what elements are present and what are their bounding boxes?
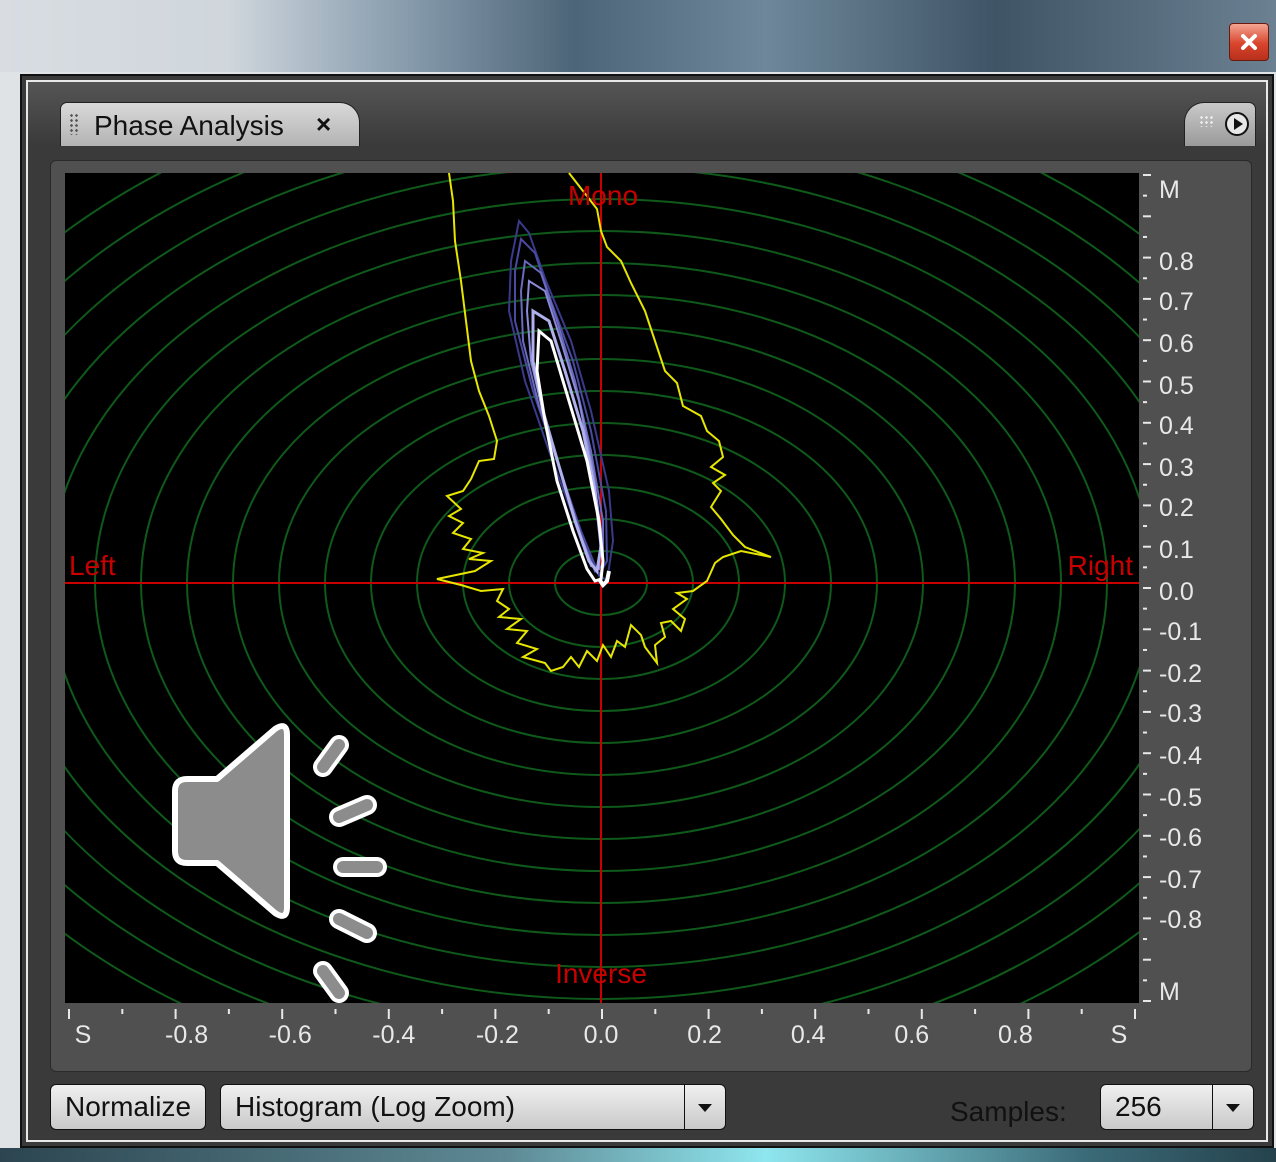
y-tick-label: 0.7 bbox=[1159, 288, 1194, 316]
y-axis-ticks: M 0.8 0.7 0.6 0.5 0.4 0.3 0.2 0.1 0.0 -0.1 -0.2 -0.3… bbox=[1143, 174, 1202, 1006]
y-tick-label: M bbox=[1159, 978, 1180, 1006]
x-tick-label: 0.0 bbox=[584, 1021, 619, 1049]
y-tick-label: 0.3 bbox=[1159, 454, 1194, 482]
tab-phase-analysis[interactable]: Phase Analysis × bbox=[60, 102, 360, 146]
panel-frame: Phase Analysis × S -0.8 -0.6 -0.4 -0.2 0… bbox=[20, 74, 1274, 1148]
y-tick-label: 0.1 bbox=[1159, 536, 1194, 564]
y-tick-label: -0.7 bbox=[1159, 866, 1202, 894]
samples-select[interactable]: 256 bbox=[1100, 1084, 1254, 1130]
x-tick-label: -0.2 bbox=[476, 1021, 519, 1049]
display-mode-value: Histogram (Log Zoom) bbox=[235, 1091, 516, 1122]
close-x-icon bbox=[1241, 34, 1257, 50]
left-label: Left bbox=[69, 550, 116, 581]
y-tick-label: 0.0 bbox=[1159, 578, 1194, 606]
normalize-button[interactable]: Normalize bbox=[50, 1084, 206, 1130]
controls-bar: Normalize Histogram (Log Zoom) Samples: … bbox=[28, 1072, 1276, 1152]
x-tick-label: 0.2 bbox=[687, 1021, 722, 1049]
samples-value: 256 bbox=[1115, 1091, 1162, 1122]
grip-icon bbox=[1199, 115, 1213, 127]
y-tick-label: -0.4 bbox=[1159, 742, 1202, 770]
view-menu-button[interactable] bbox=[1184, 102, 1256, 146]
phase-plot-panel: S -0.8 -0.6 -0.4 -0.2 0.0 0.2 0.4 0.6 0.8 S M 0.8 0.… bbox=[50, 160, 1252, 1072]
x-tick-label: 0.8 bbox=[998, 1021, 1033, 1049]
panel-frame-inner: Phase Analysis × S -0.8 -0.6 -0.4 -0.2 0… bbox=[26, 80, 1268, 1142]
y-tick-label: 0.5 bbox=[1159, 372, 1194, 400]
mono-label: Mono bbox=[568, 180, 638, 211]
inverse-label: Inverse bbox=[555, 958, 647, 989]
y-tick-label: -0.6 bbox=[1159, 824, 1202, 852]
y-tick-label: -0.1 bbox=[1159, 618, 1202, 646]
y-tick-label: 0.6 bbox=[1159, 330, 1194, 358]
x-tick-label: 0.4 bbox=[791, 1021, 826, 1049]
y-tick-label: 0.4 bbox=[1159, 412, 1194, 440]
x-tick-label: S bbox=[1111, 1021, 1128, 1049]
samples-label: Samples: bbox=[950, 1096, 1067, 1127]
y-tick-label: -0.5 bbox=[1159, 784, 1202, 812]
window-close-button[interactable] bbox=[1229, 23, 1269, 61]
tab-label: Phase Analysis bbox=[94, 110, 284, 141]
display-mode-select[interactable]: Histogram (Log Zoom) bbox=[220, 1084, 726, 1130]
x-tick-label: -0.6 bbox=[269, 1021, 312, 1049]
x-tick-label: S bbox=[75, 1021, 92, 1049]
desktop-strip bbox=[0, 1148, 1276, 1162]
y-tick-label: 0.8 bbox=[1159, 248, 1194, 276]
tab-close-button[interactable]: × bbox=[316, 109, 331, 140]
x-axis-ticks: S -0.8 -0.6 -0.4 -0.2 0.0 0.2 0.4 0.6 0.8 S bbox=[68, 1009, 1136, 1049]
right-label: Right bbox=[1068, 550, 1134, 581]
y-tick-label: M bbox=[1159, 176, 1180, 204]
play-arrow-icon bbox=[1225, 112, 1249, 136]
x-tick-label: 0.6 bbox=[894, 1021, 929, 1049]
y-tick-label: -0.3 bbox=[1159, 700, 1202, 728]
y-tick-label: -0.8 bbox=[1159, 906, 1202, 934]
chevron-down-icon[interactable] bbox=[684, 1085, 725, 1129]
chevron-down-icon[interactable] bbox=[1212, 1085, 1253, 1129]
x-tick-label: -0.8 bbox=[165, 1021, 208, 1049]
tab-grip-icon bbox=[69, 113, 79, 135]
y-tick-label: -0.2 bbox=[1159, 660, 1202, 688]
x-tick-label: -0.4 bbox=[372, 1021, 415, 1049]
phase-plot: S -0.8 -0.6 -0.4 -0.2 0.0 0.2 0.4 0.6 0.8 S M 0.8 0.… bbox=[65, 172, 1202, 1049]
window-titlebar bbox=[0, 0, 1276, 72]
y-tick-label: 0.2 bbox=[1159, 494, 1194, 522]
